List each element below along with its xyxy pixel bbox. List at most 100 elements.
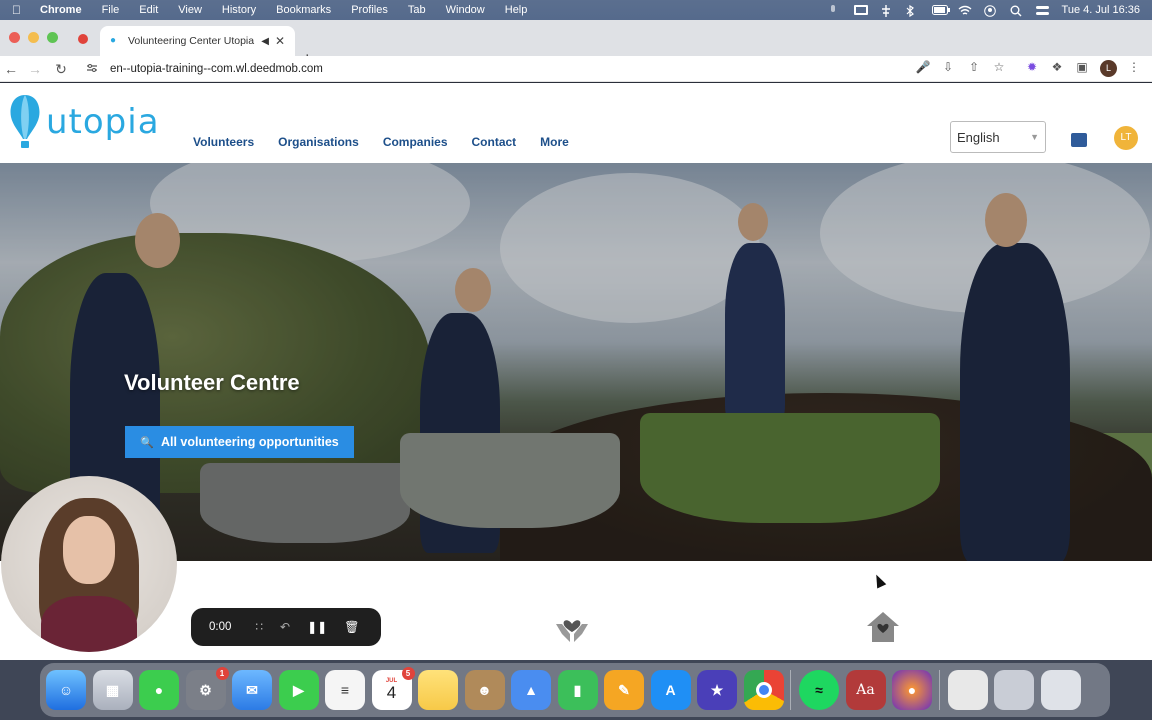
apple-icon[interactable]:  [12,4,24,16]
side-panel-icon[interactable]: ▣ [1074,60,1090,74]
menu-edit[interactable]: Edit [139,4,158,16]
menu-profiles[interactable]: Profiles [351,4,388,16]
spotlight-search-icon[interactable] [1010,5,1022,17]
trash-icon[interactable]: 🗑 [344,620,359,634]
nav-more[interactable]: More [540,135,569,149]
inbox-icon[interactable] [1071,133,1087,147]
menu-app-name[interactable]: Chrome [40,4,82,16]
forward-icon[interactable]: → [27,61,43,77]
install-app-icon[interactable]: ⇩ [940,60,956,74]
share-icon[interactable]: ⇧ [966,60,982,74]
nav-organisations[interactable]: Organisations [278,135,359,149]
chrome-dock-icon[interactable] [743,670,784,710]
user-switch-icon[interactable] [983,5,996,17]
balloon-logo-icon [10,95,40,148]
menu-help[interactable]: Help [505,4,528,16]
dictionary-icon[interactable]: Aa [845,670,886,710]
all-opportunities-label: All volunteering opportunities [160,435,339,449]
notes-icon[interactable] [418,670,458,710]
search-icon: 🔍 [140,436,154,449]
macos-dock: ☺ ▦ ● ⚙ 1 ✉ ▶ ≡ JUL 4 5 ☻ ▲ ▮ ✎ A ★ ≈ Aa … [40,663,1110,717]
extensions-puzzle-icon[interactable]: ❖ [1049,60,1065,74]
pages-icon[interactable]: ✎ [604,670,644,710]
chevron-down-icon: ▼ [1030,132,1039,142]
main-navigation: Volunteers Organisations Companies Conta… [193,135,593,149]
window-controls [9,32,58,43]
address-bar[interactable]: en--utopia-training--com.wl.deedmob.com [80,57,1025,81]
voice-search-icon[interactable]: 🎤 [915,60,931,74]
reload-icon[interactable]: ↻ [53,61,69,77]
pause-icon[interactable]: ❚❚ [307,620,327,634]
keynote-icon[interactable]: ▲ [511,670,551,710]
chrome-center-icon [755,682,772,698]
nav-contact[interactable]: Contact [472,135,517,149]
screen-share-icon[interactable] [853,5,868,15]
site-logo[interactable]: utopia [8,93,160,151]
messages-icon[interactable]: ● [139,670,179,710]
system-settings-icon[interactable]: ⚙ 1 [185,667,229,710]
trash-bin-icon[interactable] [1040,670,1081,710]
microphone-status-icon[interactable] [828,5,840,15]
menu-view[interactable]: View [178,4,202,16]
spotify-icon[interactable]: ≈ [799,670,839,710]
tab-close-icon[interactable]: ✕ [275,34,285,48]
webcam-bubble[interactable] [1,476,177,652]
recording-indicator-icon [78,34,88,44]
dock-separator [938,670,940,710]
bluetooth-icon[interactable] [906,4,918,18]
calendar-icon[interactable]: JUL 4 5 [371,667,415,710]
undo-icon[interactable]: ↶ [280,620,290,634]
downloads-stack-icon[interactable] [994,670,1034,710]
nav-volunteers[interactable]: Volunteers [193,135,254,149]
browser-tab-strip: ● Volunteering Center Utopia ◀ ✕ + ⌄ [0,20,1152,69]
nav-companies[interactable]: Companies [383,135,448,149]
contacts-icon[interactable]: ☻ [464,670,505,710]
menu-window[interactable]: Window [446,4,485,16]
menu-bookmarks[interactable]: Bookmarks [276,4,331,16]
language-select[interactable]: English ▼ [950,121,1046,153]
drag-handle-icon[interactable]: ∷ [255,620,263,634]
close-window-button[interactable] [9,32,20,43]
back-icon[interactable]: ← [3,61,19,77]
hero-title: Volunteer Centre [124,370,300,395]
tab-title: Volunteering Center Utopia [128,35,255,47]
menu-history[interactable]: History [222,4,256,16]
wifi-icon[interactable] [958,5,971,15]
firefox-icon[interactable]: ● [892,670,932,710]
recorder-controls: 0:00 ∷ ↶ ❚❚ 🗑 [191,608,381,646]
app-store-icon[interactable]: A [650,670,691,710]
extension-recorder-icon[interactable]: ✹ [1024,60,1040,74]
url-text[interactable]: en--utopia-training--com.wl.deedmob.com [110,63,323,75]
mail-icon[interactable]: ✉ [232,670,272,710]
recording-timer: 0:00 [209,621,232,633]
bookmark-star-icon[interactable]: ☆ [991,60,1007,74]
browser-tab-active[interactable]: ● Volunteering Center Utopia ◀ ✕ [100,26,295,56]
imovie-icon[interactable]: ★ [697,670,737,710]
menu-tab[interactable]: Tab [408,4,426,16]
home-heart-icon [867,612,899,642]
battery-icon[interactable] [931,5,950,15]
control-center-icon[interactable] [1035,5,1049,15]
minimize-window-button[interactable] [28,32,39,43]
menubar-clock[interactable]: Tue 4. Jul 16:36 [1062,4,1140,16]
chrome-profile-avatar[interactable]: L [1100,60,1117,77]
site-info-icon[interactable] [86,63,100,76]
facetime-icon[interactable]: ▶ [278,670,319,710]
reminders-icon[interactable]: ≡ [325,670,365,710]
heart-hands-icon [556,620,588,642]
hero-banner: Volunteer Centre 🔍 All volunteering oppo… [0,163,1152,561]
all-opportunities-button[interactable]: 🔍 All volunteering opportunities [125,426,354,458]
tab-audio-icon[interactable]: ◀ [261,36,269,47]
launchpad-icon[interactable]: ▦ [92,670,133,710]
hero-overlay [0,163,1152,561]
chrome-menu-icon[interactable]: ⋮ [1126,60,1142,74]
user-avatar[interactable]: LT [1114,126,1138,150]
network-icon[interactable] [880,5,892,17]
menu-file[interactable]: File [102,4,120,16]
finder-icon[interactable]: ☺ [46,670,86,710]
numbers-icon[interactable]: ▮ [557,670,598,710]
calendar-badge: 5 [401,667,415,680]
zoom-window-button[interactable] [47,32,58,43]
logo-wordmark: utopia [46,102,160,142]
document-stack-icon[interactable] [947,670,988,710]
